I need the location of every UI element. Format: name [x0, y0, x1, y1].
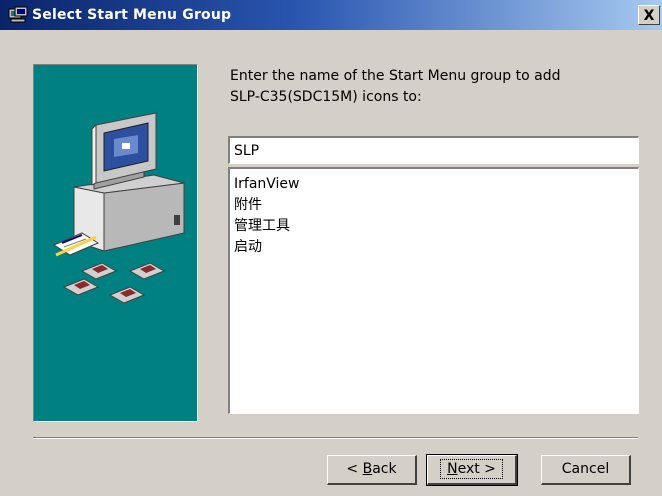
floppy-disks-icon: [62, 262, 166, 304]
instruction-text: Enter the name of the Start Menu group t…: [230, 66, 640, 108]
back-button[interactable]: < Back: [327, 455, 417, 485]
back-button-accel: B: [362, 461, 373, 477]
next-button-accel: N: [447, 461, 458, 477]
next-button-rest: ext >: [457, 461, 496, 477]
list-item[interactable]: 启动: [234, 237, 634, 258]
existing-groups-list[interactable]: IrfanView 附件 管理工具 启动: [228, 167, 639, 414]
setup-dialog: Select Start Menu Group X Enter the name…: [0, 0, 662, 496]
computer-icon: [73, 112, 185, 252]
next-button-focus: Next >: [440, 459, 503, 479]
separator-line: [33, 437, 638, 439]
back-button-rest: ack: [372, 461, 397, 477]
next-button[interactable]: Next >: [426, 454, 518, 486]
back-button-prefix: <: [346, 461, 363, 477]
window-title: Select Start Menu Group: [32, 7, 232, 23]
list-item[interactable]: 管理工具: [234, 216, 634, 237]
title-bar[interactable]: Select Start Menu Group X: [0, 0, 662, 30]
cancel-button[interactable]: Cancel: [541, 455, 631, 485]
program-group-icon: [8, 6, 28, 24]
list-item[interactable]: 附件: [234, 195, 634, 216]
close-button[interactable]: X: [638, 5, 660, 25]
wizard-illustration: [33, 64, 198, 422]
instruction-line-2: SLP-C35(SDC15M) icons to:: [230, 89, 422, 105]
list-item[interactable]: IrfanView: [234, 174, 634, 195]
group-name-input[interactable]: [228, 136, 639, 164]
instruction-line-1: Enter the name of the Start Menu group t…: [230, 68, 561, 84]
